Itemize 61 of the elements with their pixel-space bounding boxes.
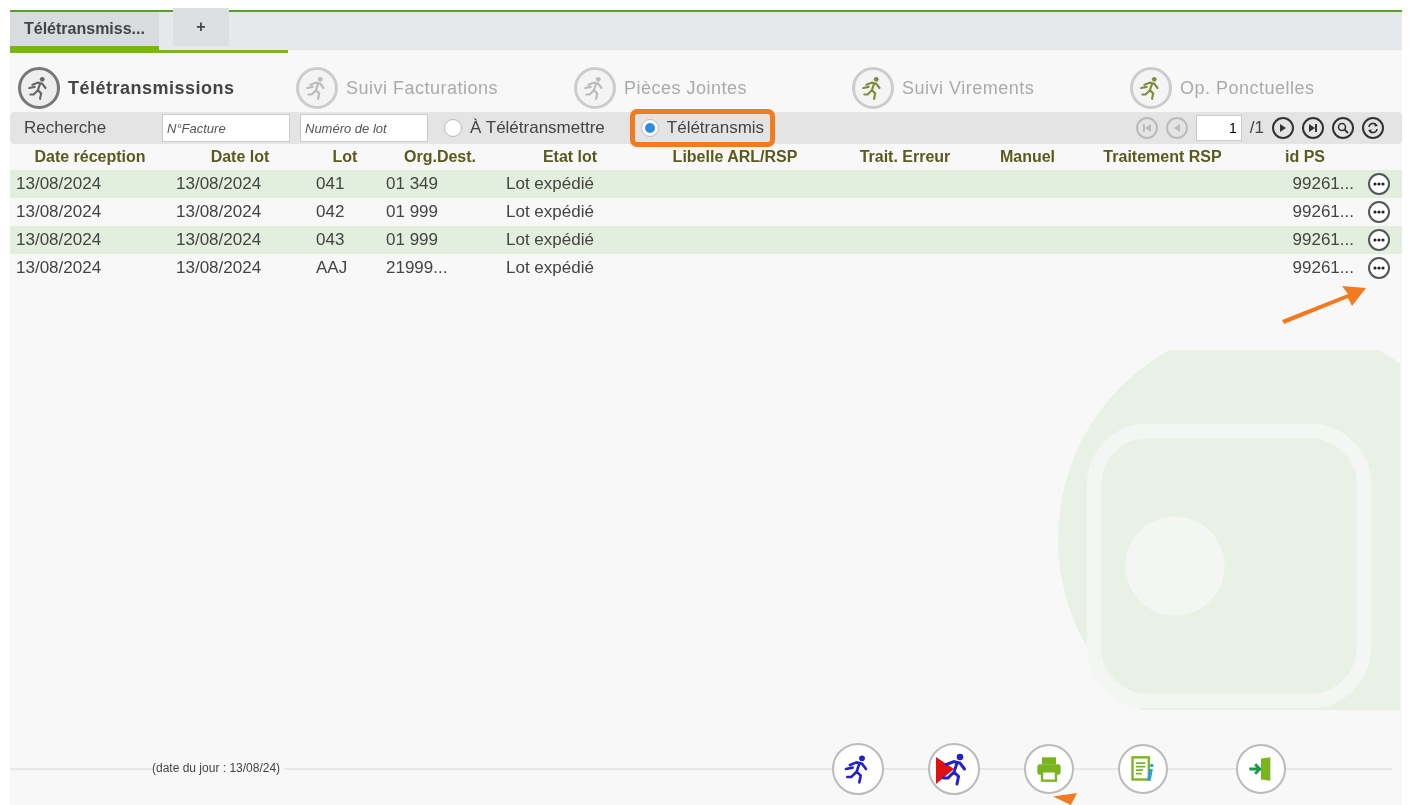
table-cell-text: 01 999 <box>385 229 439 252</box>
printer-icon <box>1035 755 1064 783</box>
more-options-icon[interactable] <box>1368 229 1390 251</box>
table-cell-text: Lot expédié <box>505 229 595 252</box>
cancel-transmit-button[interactable] <box>928 743 981 795</box>
more-options-icon[interactable] <box>1368 257 1390 279</box>
table-row[interactable]: 13/08/2024 13/08/2024 042 01 999 Lot expédié 99261... <box>10 198 1402 226</box>
column-header: Manuel <box>998 147 1057 167</box>
table-row[interactable]: 13/08/2024 13/08/2024 AAJ 21999... Lot expédié 99261... <box>10 254 1402 282</box>
next-page-icon[interactable] <box>1272 117 1294 139</box>
search-label: Recherche <box>24 117 108 140</box>
table-cell-text: 13/08/2024 <box>15 173 103 196</box>
column-header: Libelle ARL/RSP <box>671 147 799 167</box>
table-cell-text: 13/08/2024 <box>175 201 263 224</box>
search-icon[interactable] <box>1332 117 1354 139</box>
batch-number-field[interactable]: Numéro de lot <box>300 114 428 142</box>
tab[interactable]: Télétransmiss... <box>10 12 159 50</box>
table-cell-text: 13/08/2024 <box>15 257 103 280</box>
column-header: id PS <box>1284 147 1326 167</box>
page-total: /1 <box>1249 117 1264 140</box>
table-row[interactable]: 13/08/2024 13/08/2024 043 01 999 Lot expédié 99261... <box>10 226 1402 254</box>
table-cell-text: 99261... <box>1291 173 1355 196</box>
radio-option[interactable]: Télétransmis <box>634 114 771 142</box>
tab[interactable]: + <box>172 8 229 46</box>
radio-button[interactable] <box>640 119 659 137</box>
table-cell-text: 041 <box>315 173 346 196</box>
column-header: Traitement RSP <box>1102 147 1223 167</box>
table-cell-text: Lot expédié <box>505 201 595 224</box>
radio-button[interactable] <box>444 119 462 137</box>
table-cell-text: 99261... <box>1291 257 1355 280</box>
table-cell-text: 13/08/2024 <box>175 173 263 196</box>
table-cell-text: 13/08/2024 <box>15 201 103 224</box>
column-header: Org.Dest. <box>403 147 477 167</box>
module-tab[interactable]: Télétransmissions <box>18 67 296 109</box>
more-options-icon[interactable] <box>1368 201 1390 223</box>
more-options-icon[interactable] <box>1368 173 1390 195</box>
table-cell-text: 99261... <box>1291 229 1355 252</box>
table-cell-text: Lot expédié <box>505 257 595 280</box>
table-cell-text: 01 999 <box>385 201 439 224</box>
table-cell-text: 21999... <box>385 257 449 280</box>
last-page-icon[interactable] <box>1302 117 1324 139</box>
table-cell-text: 13/08/2024 <box>175 229 263 252</box>
table-cell-text: 01 349 <box>385 173 439 196</box>
table-cell-text: Lot expédié <box>505 173 595 196</box>
table-cell-text: 042 <box>315 201 346 224</box>
table-cell-text: AAJ <box>315 257 349 280</box>
column-header: Lot <box>331 147 359 167</box>
refresh-icon[interactable] <box>1362 117 1384 139</box>
page-field[interactable]: 1 <box>1195 115 1242 141</box>
table-cell-text: 13/08/2024 <box>175 257 263 280</box>
column-header: Etat lot <box>541 147 599 167</box>
invoice-field[interactable]: N°Facture <box>162 114 290 142</box>
column-header: Date réception <box>33 147 147 167</box>
table-cell-text: 99261... <box>1291 201 1355 224</box>
table-cell-text: 13/08/2024 <box>15 229 103 252</box>
table-row[interactable]: 13/08/2024 13/08/2024 041 01 349 Lot expédié 99261... <box>10 170 1402 198</box>
column-header: Date lot <box>209 147 271 167</box>
radio-option[interactable]: À Télétransmettre <box>438 114 611 142</box>
column-header: Trait. Erreur <box>858 147 952 167</box>
transmit-button[interactable] <box>832 743 885 795</box>
table-cell-text: 043 <box>315 229 346 252</box>
